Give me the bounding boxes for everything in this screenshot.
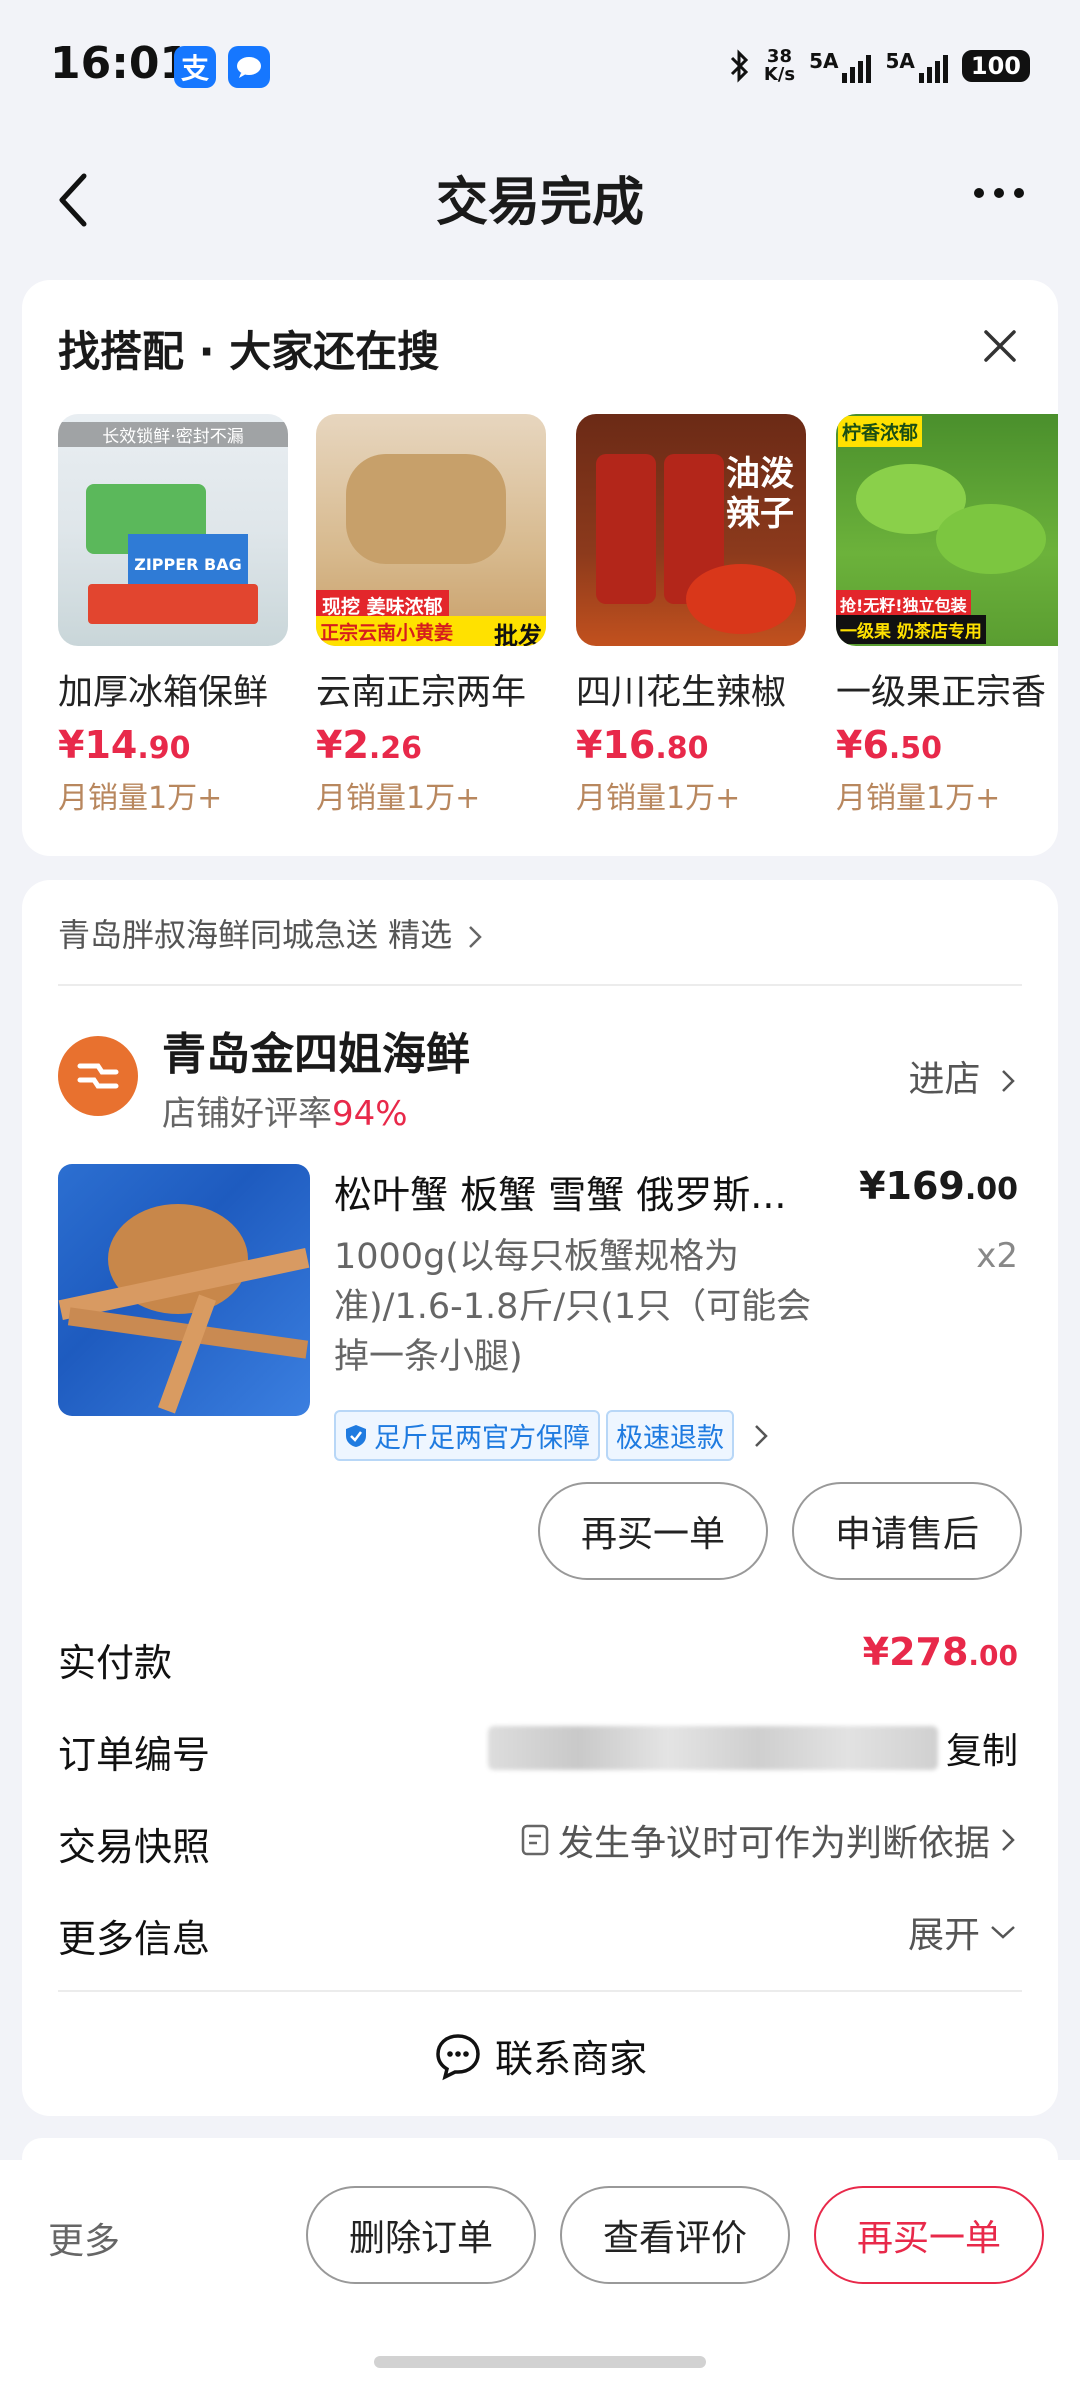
signal-sim2-icon: 5A	[885, 49, 948, 83]
battery-icon: 100	[961, 50, 1030, 82]
product-image: 现挖 姜味浓郁 正宗云南小黄姜 批发	[316, 414, 546, 646]
status-icons: 38 K/s 5A 5A 100	[728, 44, 1030, 88]
chevron-right-icon	[469, 926, 483, 948]
product-image: 油泼辣子	[576, 414, 806, 646]
message-app-icon	[228, 46, 270, 88]
divider	[58, 1990, 1022, 1992]
order-number-row: 复制	[487, 1722, 1018, 1774]
alipay-app-icon: 支	[174, 46, 216, 88]
chevron-right-icon	[755, 1424, 768, 1447]
product-name: 一级果正宗香	[836, 673, 1047, 713]
signal-sim1-icon: 5A	[809, 49, 872, 83]
page-title: 交易完成	[435, 173, 644, 233]
shop-rating: 店铺好评率94%	[162, 1094, 408, 1134]
product-spec: 1000g(以每只板蟹规格为准)/1.6-1.8斤/只(1只（可能会掉一条小腿)	[334, 1237, 812, 1377]
chat-icon	[436, 2033, 480, 2080]
product-image: 长效锁鲜·密封不漏 ZIPPER BAG	[58, 414, 288, 646]
document-icon	[521, 1824, 549, 1856]
more-options-icon[interactable]	[974, 188, 1024, 198]
product-sales: 月销量1万+	[58, 781, 223, 816]
chevron-right-icon	[1002, 1829, 1015, 1851]
shop-logo-icon[interactable]	[58, 1036, 138, 1116]
order-number-redacted	[487, 1726, 938, 1770]
product-image[interactable]	[58, 1164, 310, 1416]
copy-button[interactable]: 复制	[946, 1722, 1018, 1774]
order-number-label: 订单编号	[58, 1733, 211, 1777]
guarantee-badge: 足斤足两官方保障	[334, 1410, 600, 1461]
product-price: ¥6.50	[836, 723, 943, 767]
delete-order-button[interactable]: 删除订单	[306, 2186, 536, 2284]
enter-shop-link[interactable]: 进店	[909, 1050, 1018, 1102]
shop-name[interactable]: 青岛金四姐海鲜	[162, 1018, 470, 1082]
recommend-item[interactable]: 柠香浓郁 抢!无籽!独立包装 一级果 奶茶店专用 一级果正宗香 ¥6.50 月销…	[836, 414, 1058, 817]
more-info-label: 更多信息	[58, 1917, 211, 1961]
snapshot-label: 交易快照	[58, 1825, 211, 1869]
product-name: 加厚冰箱保鲜	[58, 673, 269, 713]
chevron-right-icon	[1002, 1070, 1015, 1092]
view-review-button[interactable]: 查看评价	[560, 2186, 790, 2284]
product-price: ¥169.00	[859, 1164, 1018, 1208]
contact-merchant-button[interactable]: 联系商家	[0, 2028, 1080, 2083]
divider	[58, 984, 1022, 986]
product-sales: 月销量1万+	[836, 781, 1001, 816]
paid-label: 实付款	[58, 1641, 173, 1685]
status-time: 16:01	[50, 38, 191, 89]
product-name: 四川花生辣椒	[576, 673, 787, 713]
product-name: 云南正宗两年	[316, 673, 527, 713]
product-sales: 月销量1万+	[316, 781, 481, 816]
product-price: ¥2.26	[316, 723, 423, 767]
fast-refund-badge: 极速退款	[606, 1410, 734, 1461]
product-price: ¥14.90	[58, 723, 191, 767]
after-sale-button[interactable]: 申请售后	[792, 1482, 1022, 1580]
buy-again-bottom-button[interactable]: 再买一单	[814, 2186, 1044, 2284]
home-indicator[interactable]	[374, 2356, 706, 2368]
product-image: 柠香浓郁 抢!无籽!独立包装 一级果 奶茶店专用	[836, 414, 1058, 646]
snapshot-link[interactable]: 发生争议时可作为判断依据	[520, 1814, 1018, 1866]
net-speed: 38 K/s	[763, 46, 796, 85]
shield-check-icon	[346, 1424, 366, 1447]
paid-amount: ¥278.00	[862, 1630, 1018, 1674]
recommend-item[interactable]: 油泼辣子 四川花生辣椒 ¥16.80 月销量1万+	[576, 414, 806, 817]
expand-toggle[interactable]: 展开	[908, 1906, 1018, 1958]
bluetooth-icon	[730, 49, 748, 83]
product-quantity: x2	[976, 1236, 1018, 1276]
more-button[interactable]: 更多	[48, 2212, 120, 2264]
chevron-down-icon	[991, 1926, 1015, 1939]
product-title[interactable]: 松叶蟹 板蟹 雪蟹 俄罗斯...	[334, 1164, 824, 1219]
close-icon[interactable]	[980, 326, 1020, 366]
recommend-item[interactable]: 长效锁鲜·密封不漏 ZIPPER BAG 加厚冰箱保鲜 ¥14.90 月销量1万…	[58, 414, 288, 817]
product-sales: 月销量1万+	[576, 781, 741, 816]
service-badges[interactable]: 足斤足两官方保障 极速退款	[334, 1410, 772, 1461]
buy-again-button[interactable]: 再买一单	[538, 1482, 768, 1580]
recommend-item[interactable]: 现挖 姜味浓郁 正宗云南小黄姜 批发 云南正宗两年 ¥2.26 月销量1万+	[316, 414, 546, 817]
product-price: ¥16.80	[576, 723, 709, 767]
seller-tag-link[interactable]: 青岛胖叔海鲜同城急送 精选	[58, 910, 484, 956]
recommend-title: 找搭配 · 大家还在搜	[58, 327, 440, 376]
